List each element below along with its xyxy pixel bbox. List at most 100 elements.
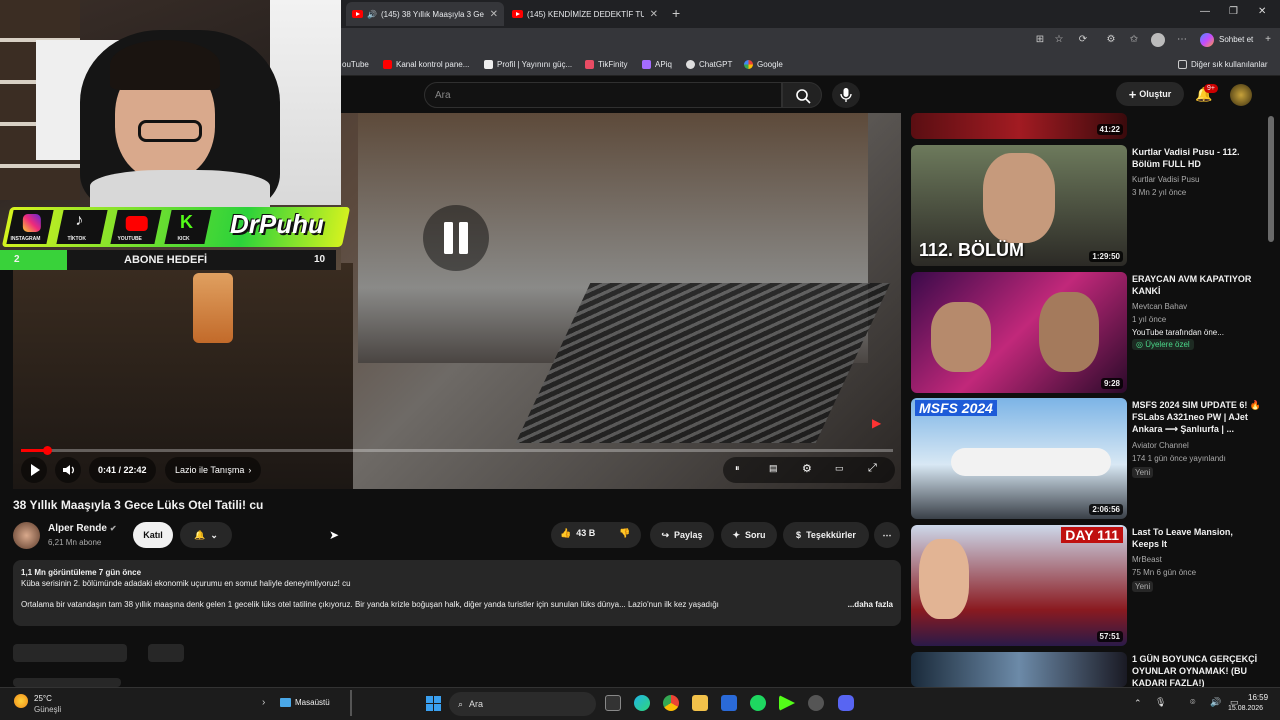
join-button[interactable]: Katıl [133,522,173,548]
bookmark-chatgpt[interactable]: ChatGPT [686,52,732,76]
puzzle-icon[interactable]: ⚙ [1105,34,1117,46]
sidebar-thumbnail[interactable]: DAY 111 57:51 [911,525,1127,646]
weather-temp[interactable]: 25°C [34,694,52,703]
sidebar-channel[interactable]: Aviator Channel [1132,441,1189,450]
thanks-button[interactable]: $ Teşekkürler [783,522,869,548]
sidebar-thumbnail[interactable]: 9:28 [911,272,1127,393]
chevron-right-icon[interactable]: › [262,697,265,708]
kick-icon: K [179,212,193,232]
dislike-button[interactable]: 👎 [619,528,630,539]
sidebar-video-title[interactable]: ERAYCAN AVM KAPATIYOR KANKİ [1132,273,1262,297]
progress-track[interactable] [21,449,893,452]
scrollbar-thumb[interactable] [1268,116,1274,242]
more-actions-button[interactable]: ⋯ [874,522,900,548]
subscribed-bell-button[interactable]: 🔔 ⌄ [180,522,232,548]
create-button[interactable]: + Oluştur [1116,82,1184,106]
store-icon[interactable] [721,695,737,711]
close-window-icon[interactable]: ✕ [1258,6,1266,17]
search-input[interactable]: Ara [424,82,782,108]
subtitles-icon[interactable]: ▤ [769,463,778,474]
share-button[interactable]: ↪ Paylaş [650,522,714,548]
spotify-icon[interactable] [750,695,766,711]
autoplay-toggle-icon[interactable]: ⏸ [735,463,740,474]
pause-overlay-button[interactable] [423,205,489,271]
sidebar-video-title[interactable]: Last To Leave Mansion, Keeps It [1132,526,1262,550]
close-tab-icon[interactable]: ✕ [650,9,658,20]
edge-icon[interactable] [634,695,650,711]
volume-tray-icon[interactable]: 🔊 [1210,697,1221,708]
channel-name-row[interactable]: Alper Rende ✔ [48,523,117,534]
mic-tray-icon[interactable]: 🎙 [1155,697,1166,708]
ask-button[interactable]: ✦ Soru [721,522,777,548]
tab-active[interactable]: 🔊 (145) 38 Yıllık Maaşıyla 3 Gece ✕ [346,2,504,26]
discord-icon[interactable] [838,695,854,711]
play-button[interactable] [21,457,47,483]
bookmark-channel[interactable]: Kanal kontrol pane... [383,52,469,76]
chapter-button[interactable]: Lazio ile Tanışma › [165,457,262,483]
taskbar-search[interactable]: ⌕ Ara [449,692,596,716]
sidebar-toggle-icon[interactable]: + [1262,34,1274,46]
verified-icon: ✔ [109,524,117,533]
bookmark-profile[interactable]: Profil | Yayınını güç... [484,52,572,76]
new-tab-icon[interactable]: + [672,5,680,21]
tiktok-tile: ♪ TİKTOK [56,210,108,244]
clock-date: 15.08.2026 [1228,705,1264,712]
chat-label[interactable]: Sohbet et [1219,35,1253,44]
sidebar-thumbnail[interactable]: 41:22 [911,113,1127,139]
sidebar-channel[interactable]: Mevtcan Bahav [1132,302,1187,311]
show-more-link[interactable]: ...daha fazla [848,599,893,610]
obs-icon[interactable] [808,695,824,711]
sidebar-meta: 75 Mn 6 gün önce [1132,568,1197,577]
description-box[interactable]: 1,1 Mn görüntüleme 7 gün önce Küba seris… [13,560,901,626]
profile-avatar[interactable] [1151,33,1165,47]
sidebar-channel[interactable]: MrBeast [1132,555,1162,564]
plus-icon: + [1128,86,1137,102]
bookmark-youtube[interactable]: ouTube [342,52,369,76]
clock-time[interactable]: 16:59 [1248,693,1268,702]
file-explorer-icon[interactable] [692,695,708,711]
extensions-icon[interactable]: ⊞ [1034,34,1046,46]
bookmark-apiq[interactable]: APiq [642,52,672,76]
bell-icon: 🔔 [194,529,206,540]
task-view-icon[interactable] [605,695,621,711]
maximize-icon[interactable]: ❐ [1229,6,1238,17]
thumbnail-text: MSFS 2024 [915,400,997,416]
refresh-icon[interactable]: ⟳ [1077,34,1089,46]
stream-overlay: INSTAGRAM ♪ TİKTOK YOUTUBE K KICK DrPuhu… [0,205,351,270]
copilot-icon[interactable] [1200,33,1214,47]
chrome-icon[interactable] [663,695,679,711]
close-tab-icon[interactable]: ✕ [490,9,498,20]
more-icon[interactable]: ⋯ [1176,34,1188,46]
voice-search-button[interactable] [832,82,860,108]
volume-button[interactable] [55,457,81,483]
minimize-icon[interactable]: — [1200,6,1210,17]
like-button[interactable]: 👍 43 B [560,528,595,539]
sidebar-meta: 3 Mn 2 yıl önce [1132,188,1187,197]
account-avatar[interactable] [1230,84,1252,106]
theater-mode-icon[interactable]: ▭ [835,463,844,474]
bookmark-tikfinity[interactable]: TikFinity [585,52,627,76]
sidebar-thumbnail[interactable]: MSFS 2024 2:06:56 [911,398,1127,519]
channel-avatar[interactable] [13,522,40,549]
favorites-icon[interactable]: ✩ [1128,34,1140,46]
sidebar-video-title[interactable]: 1 GÜN BOYUNCA GERÇEKÇİ OYUNLAR OYNAMAK! … [1132,653,1262,687]
network-icon[interactable]: ⌾ [1190,697,1195,708]
fullscreen-icon[interactable]: ⤢ [868,462,877,475]
bookmark-google[interactable]: Google [744,52,783,76]
sidebar-thumbnail[interactable]: 112. BÖLÜM 1:29:50 [911,145,1127,266]
settings-gear-icon[interactable]: ⚙ [802,462,812,475]
sidebar-thumbnail[interactable] [911,652,1127,687]
sidebar-channel[interactable]: Kurtlar Vadisi Pusu [1132,175,1199,184]
desktop-label[interactable]: Masaüstü [295,698,330,707]
speaker-icon[interactable]: 🔊 [367,10,377,19]
other-bookmarks[interactable]: Diğer sık kullanılanlar [1178,52,1267,76]
star-icon[interactable]: ☆ [1053,34,1065,46]
sidebar-video-title[interactable]: Kurtlar Vadisi Pusu - 112. Bölüm FULL HD [1132,146,1262,170]
tab-inactive[interactable]: (145) KENDİMİZE DEDEKTİF TUTTU ✕ [506,2,664,26]
youtube-icon [383,59,392,69]
search-button[interactable] [782,82,822,108]
sidebar-video-title[interactable]: MSFS 2024 SIM UPDATE 6! 🔥 FSLabs A321neo… [1132,399,1262,435]
chevron-up-icon[interactable]: ⌃ [1134,698,1142,709]
thanks-label: Teşekkürler [806,530,856,540]
windows-start-icon[interactable] [426,696,441,711]
